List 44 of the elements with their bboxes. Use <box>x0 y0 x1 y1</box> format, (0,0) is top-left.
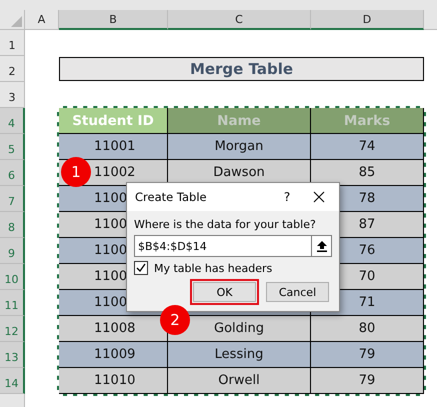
header-cell: Student ID <box>59 108 168 134</box>
table-cell: Orwell <box>168 368 311 394</box>
header-cell: Name <box>168 108 311 134</box>
column-header[interactable]: A <box>25 10 59 30</box>
row-header[interactable]: 12 <box>0 316 25 342</box>
table-cell: 85 <box>311 160 424 186</box>
row-header[interactable]: 11 <box>0 290 25 316</box>
merged-title-cell: Merge Table <box>59 57 424 81</box>
ok-button[interactable]: OK <box>193 282 256 302</box>
table-cell: 79 <box>311 342 424 368</box>
row-header[interactable]: 5 <box>0 134 25 160</box>
column-header[interactable]: D <box>311 10 424 30</box>
cancel-button[interactable]: Cancel <box>266 282 329 302</box>
row-header[interactable]: 10 <box>0 264 25 290</box>
upload-arrow-icon <box>316 240 326 252</box>
row-header[interactable]: 7 <box>0 186 25 212</box>
column-header[interactable]: B <box>59 10 168 30</box>
close-icon <box>313 191 325 203</box>
row-header[interactable]: 6 <box>0 160 25 186</box>
range-field[interactable]: $B$4:$D$14 <box>134 235 311 257</box>
row-header[interactable]: 13 <box>0 342 25 368</box>
checkbox[interactable] <box>134 261 148 275</box>
table-cell: 80 <box>311 316 424 342</box>
table-cell: 11008 <box>59 316 168 342</box>
column-header <box>424 10 437 30</box>
table-cell: Lessing <box>168 342 311 368</box>
table-cell: 11010 <box>59 368 168 394</box>
help-button[interactable]: ? <box>275 190 299 204</box>
row-header <box>0 394 25 407</box>
row-header[interactable]: 8 <box>0 212 25 238</box>
column-header[interactable]: C <box>168 10 311 30</box>
row-header[interactable]: 9 <box>0 238 25 264</box>
table-cell: 11009 <box>59 342 168 368</box>
table-cell: 79 <box>311 368 424 394</box>
row-header[interactable]: 4 <box>0 108 25 134</box>
table-cell: 74 <box>311 134 424 160</box>
table-cell: 11001 <box>59 134 168 160</box>
collapse-button[interactable] <box>311 235 332 257</box>
table-cell: Morgan <box>168 134 311 160</box>
header-cell: Marks <box>311 108 424 134</box>
row-header[interactable]: 1 <box>0 30 25 56</box>
row-header[interactable]: 2 <box>0 56 25 82</box>
row-header[interactable]: 14 <box>0 368 25 394</box>
row-header[interactable]: 3 <box>0 82 25 108</box>
